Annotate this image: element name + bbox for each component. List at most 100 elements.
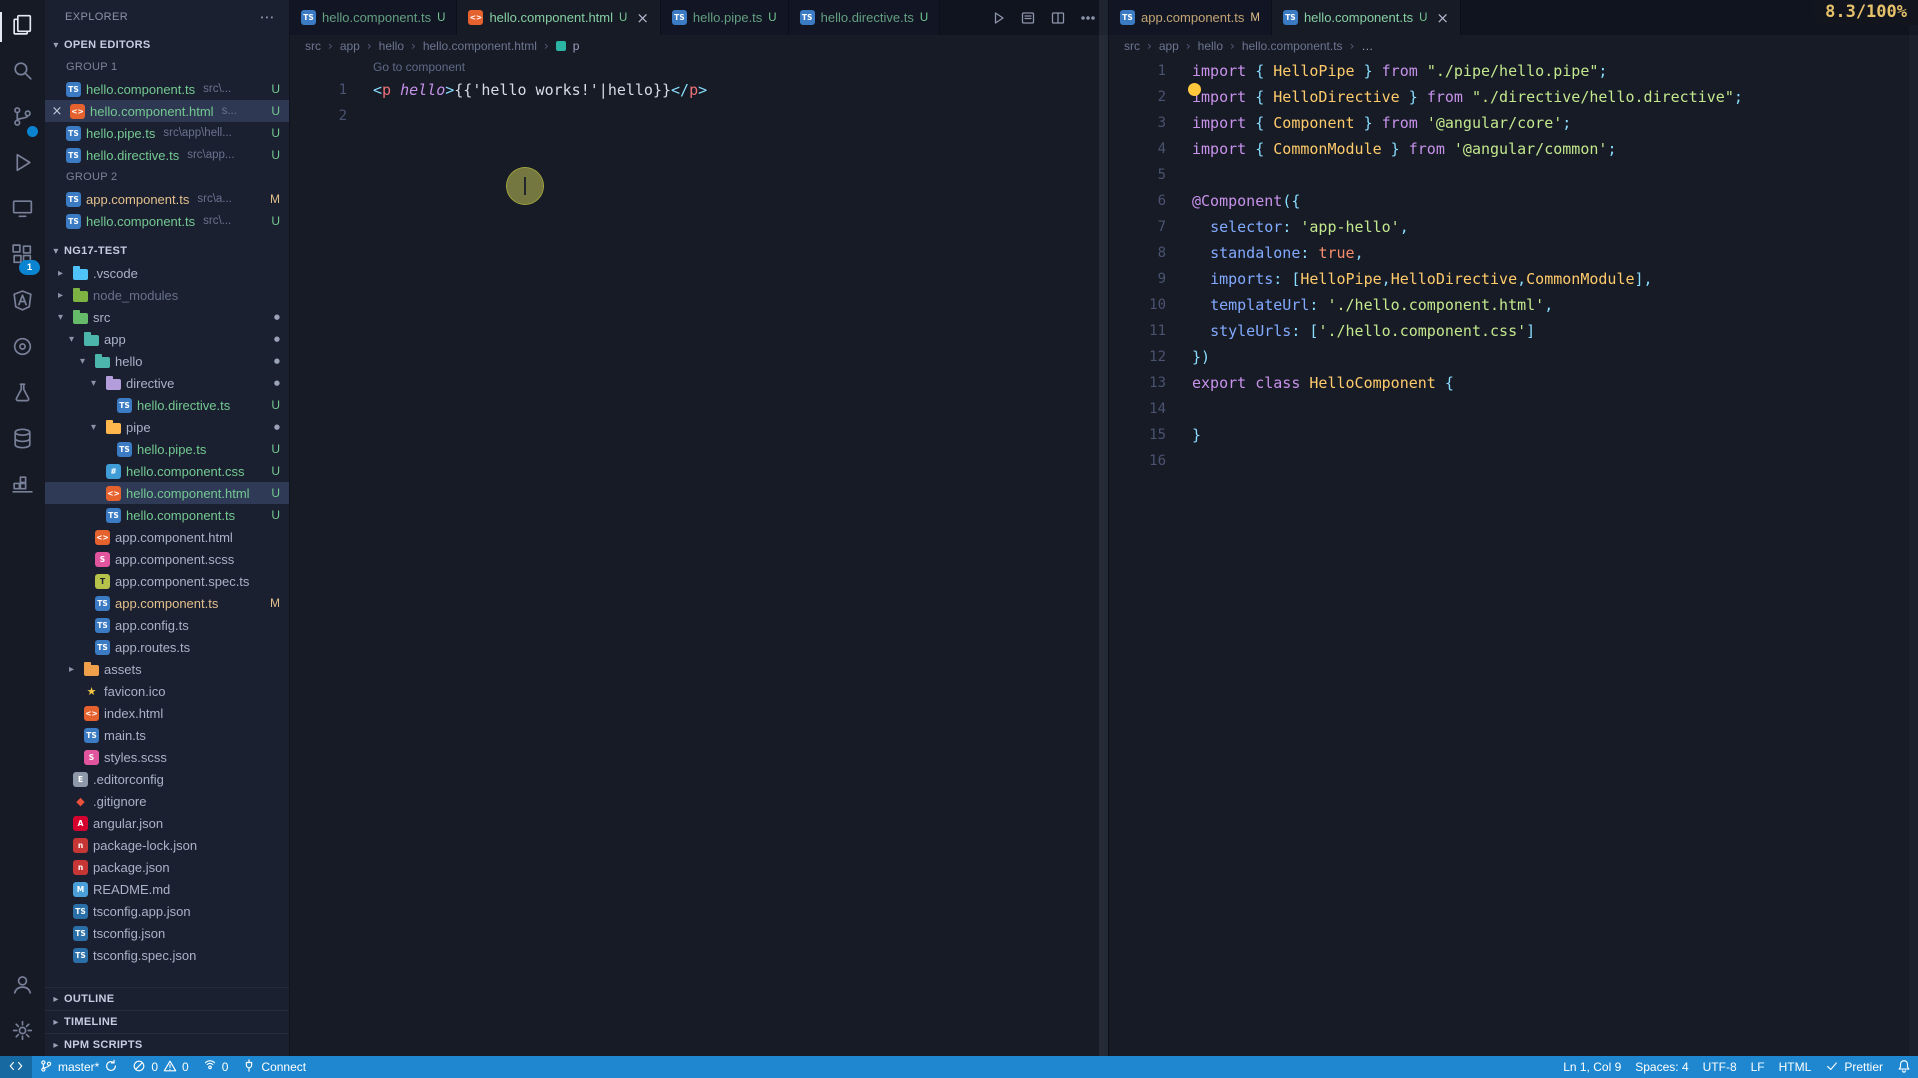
breadcrumb-item[interactable]: src [305, 39, 321, 53]
angular-extension-activity-item[interactable] [0, 280, 45, 326]
close-icon[interactable]: × [1436, 9, 1449, 27]
tree-row[interactable]: <>hello.component.htmlU [45, 482, 289, 504]
search-activity-item[interactable] [0, 50, 45, 96]
run-and-debug-activity-item[interactable] [0, 142, 45, 188]
encoding-status-item[interactable]: UTF-8 [1696, 1056, 1744, 1078]
code-editor[interactable]: Go to component1<p hello>{{'hello works!… [290, 57, 1108, 1056]
tree-row[interactable]: TShello.pipe.tsU [45, 438, 289, 460]
tree-row[interactable]: TSapp.config.ts [45, 614, 289, 636]
breadcrumb-item[interactable]: hello.component.ts [1242, 39, 1343, 53]
tree-row[interactable]: ▸node_modules [45, 284, 289, 306]
database-extension-activity-item[interactable] [0, 418, 45, 464]
tree-row[interactable]: <>index.html [45, 702, 289, 724]
tree-row[interactable]: TShello.directive.tsU [45, 394, 289, 416]
explorer-activity-item[interactable] [0, 4, 45, 50]
breadcrumb-item[interactable]: hello.component.html [423, 39, 537, 53]
tree-row[interactable]: E.editorconfig [45, 768, 289, 790]
settings-activity-item[interactable] [0, 1010, 45, 1056]
tree-chevron-icon: ▸ [53, 290, 68, 301]
tree-row[interactable]: ▸assets [45, 658, 289, 680]
tree-row[interactable]: #hello.component.cssU [45, 460, 289, 482]
more-actions-icon[interactable] [1080, 10, 1096, 26]
tree-row[interactable]: <>app.component.html [45, 526, 289, 548]
breadcrumb-item[interactable]: src [1124, 39, 1140, 53]
tree-row[interactable]: Sapp.component.scss [45, 548, 289, 570]
tree-row[interactable]: ▾src● [45, 306, 289, 328]
tree-row[interactable]: ◆.gitignore [45, 790, 289, 812]
tree-row[interactable]: ▾hello● [45, 350, 289, 372]
tab[interactable]: TSapp.component.tsM [1109, 0, 1272, 35]
line-text: import { HelloPipe } from "./pipe/hello.… [1166, 58, 1607, 84]
extensions-activity-item[interactable]: 1 [0, 234, 45, 280]
open-editors-header[interactable]: ▾OPEN EDITORS [45, 34, 289, 56]
language-mode-status-item[interactable]: HTML [1772, 1056, 1819, 1078]
open-preview-icon[interactable] [1020, 10, 1036, 26]
tab[interactable]: TShello.directive.tsU [789, 0, 941, 35]
breadcrumb-item[interactable]: hello [379, 39, 404, 53]
tree-row[interactable]: ▸.vscode [45, 262, 289, 284]
tree-row[interactable]: TSapp.component.tsM [45, 592, 289, 614]
code-editor[interactable]: 1import { HelloPipe } from "./pipe/hello… [1109, 57, 1918, 1056]
tab[interactable]: TShello.component.tsU× [1272, 0, 1461, 35]
tree-row[interactable]: ★favicon.ico [45, 680, 289, 702]
tree-row[interactable]: TSapp.routes.ts [45, 636, 289, 658]
tree-row[interactable]: TSmain.ts [45, 724, 289, 746]
tree-row[interactable]: Tapp.component.spec.ts [45, 570, 289, 592]
ports-status-item[interactable]: 0 [196, 1056, 236, 1078]
open-editor-row[interactable]: TShello.component.tssrc\...U [45, 78, 289, 100]
scrollbar[interactable] [1909, 0, 1918, 1056]
split-editor-icon[interactable] [1050, 10, 1066, 26]
cursor-position-status-item[interactable]: Ln 1, Col 9 [1556, 1056, 1628, 1078]
tree-row[interactable]: TStsconfig.json [45, 922, 289, 944]
scrollbar[interactable] [1099, 0, 1108, 1056]
open-editor-row[interactable]: TShello.pipe.tssrc\app\hell...U [45, 122, 289, 144]
indentation-status-item[interactable]: Spaces: 4 [1628, 1056, 1695, 1078]
tree-row[interactable]: Aangular.json [45, 812, 289, 834]
tab[interactable]: TShello.component.tsU [290, 0, 457, 35]
close-icon[interactable]: × [636, 9, 649, 27]
quick-fix-lightbulb[interactable] [1188, 83, 1201, 96]
open-editor-row[interactable]: TSapp.component.tssrc\a...M [45, 188, 289, 210]
breadcrumb-item[interactable]: hello [1198, 39, 1223, 53]
breadcrumb-item[interactable]: p [573, 39, 580, 53]
open-editor-row[interactable]: ×<>hello.component.htmls...U [45, 100, 289, 122]
more-actions-icon[interactable]: ⋯ [260, 8, 275, 26]
tree-row[interactable]: npackage.json [45, 856, 289, 878]
sidebar-section-npm-scripts[interactable]: ▸NPM SCRIPTS [45, 1033, 289, 1056]
tree-row[interactable]: Sstyles.scss [45, 746, 289, 768]
flask-extension-activity-item[interactable] [0, 372, 45, 418]
open-editor-row[interactable]: TShello.component.tssrc\...U [45, 210, 289, 232]
target-extension-activity-item[interactable] [0, 326, 45, 372]
branch-status-item[interactable]: master* [32, 1056, 125, 1078]
tree-row[interactable]: ▾pipe● [45, 416, 289, 438]
tree-row[interactable]: TStsconfig.spec.json [45, 944, 289, 966]
sidebar-section-timeline[interactable]: ▸TIMELINE [45, 1010, 289, 1033]
codelens-link[interactable]: Go to component [290, 58, 1108, 77]
tab[interactable]: TShello.pipe.tsU [661, 0, 789, 35]
tree-row[interactable]: TStsconfig.app.json [45, 900, 289, 922]
source-control-activity-item[interactable] [0, 96, 45, 142]
tree-row[interactable]: TShello.component.tsU [45, 504, 289, 526]
tree-row[interactable]: npackage-lock.json [45, 834, 289, 856]
connect-status-item[interactable]: Connect [235, 1056, 313, 1078]
run-icon[interactable] [990, 10, 1006, 26]
breadcrumb-item[interactable]: app [340, 39, 360, 53]
sidebar-section-outline[interactable]: ▸OUTLINE [45, 987, 289, 1010]
remote-explorer-activity-item[interactable] [0, 188, 45, 234]
breadcrumb-item[interactable]: app [1159, 39, 1179, 53]
tree-row[interactable]: MREADME.md [45, 878, 289, 900]
breadcrumb-item[interactable]: … [1361, 39, 1373, 53]
formatter-status-item[interactable]: Prettier [1818, 1056, 1890, 1078]
remote-indicator-status-item[interactable] [0, 1056, 32, 1078]
account-activity-item[interactable] [0, 964, 45, 1010]
tree-row[interactable]: ▾directive● [45, 372, 289, 394]
containers-extension-activity-item[interactable] [0, 464, 45, 510]
problems-status-item[interactable]: 00 [125, 1056, 195, 1078]
notifications-status-item[interactable] [1890, 1056, 1918, 1078]
open-editor-row[interactable]: TShello.directive.tssrc\app...U [45, 144, 289, 166]
eol-status-item[interactable]: LF [1744, 1056, 1772, 1078]
close-icon[interactable]: × [49, 104, 65, 119]
project-root-header[interactable]: ▾NG17-TEST [45, 240, 289, 262]
tree-row[interactable]: ▾app● [45, 328, 289, 350]
tab[interactable]: <>hello.component.htmlU× [457, 0, 660, 35]
